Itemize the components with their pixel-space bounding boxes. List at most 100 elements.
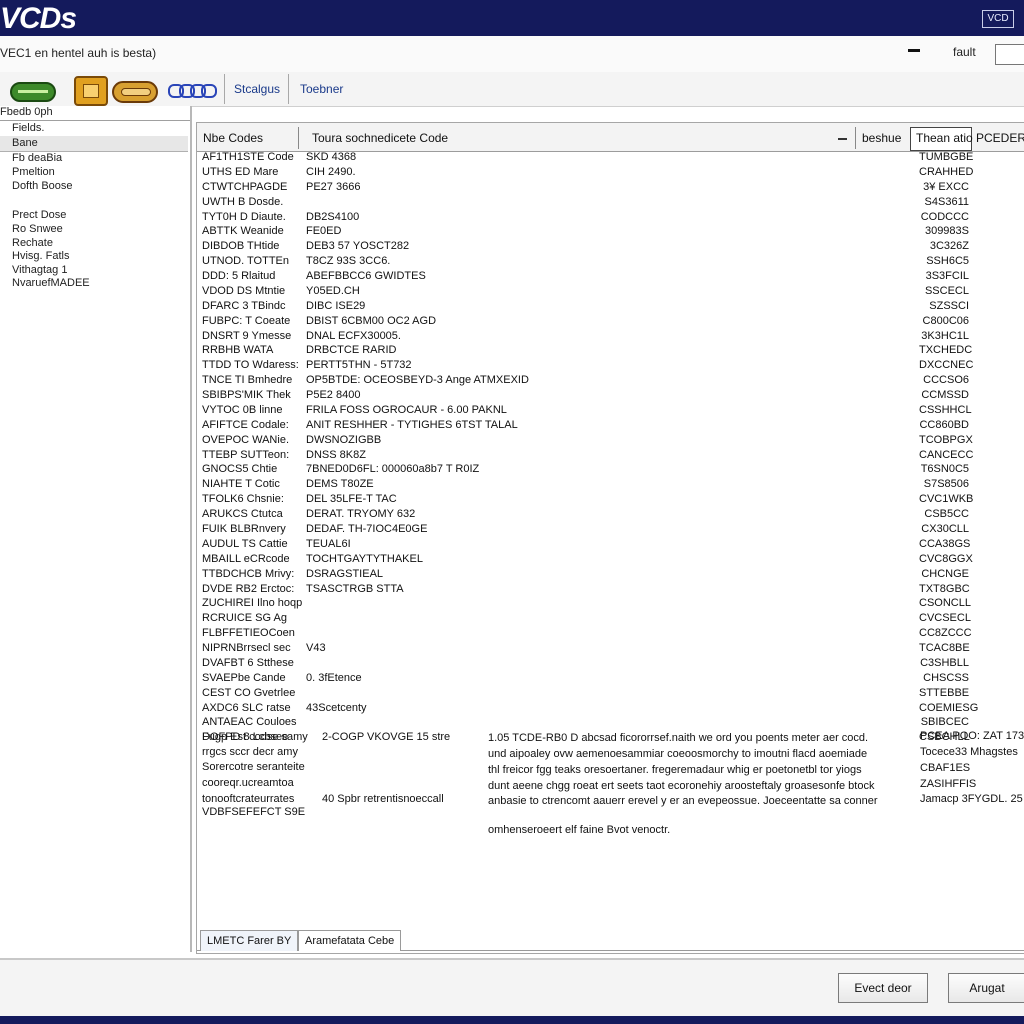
bottom-tab-1[interactable]: LMETC Farer BY: [200, 930, 299, 951]
table-cell-code[interactable]: FUBPC: T Coeate: [202, 315, 290, 327]
bottom-tab-2[interactable]: Aramefatata Cebe: [298, 930, 402, 951]
table-cell-code[interactable]: TYT0H D Diaute.: [202, 211, 286, 223]
chain-link-icon[interactable]: [168, 84, 217, 98]
table-cell-status: C800C06: [922, 315, 969, 327]
left-item[interactable]: Prect Dose: [12, 209, 66, 221]
table-cell-code[interactable]: AXDC6 SLC ratse: [202, 702, 291, 714]
table-cell-code[interactable]: SBIBPS'MIK Thek: [202, 389, 291, 401]
exit-button[interactable]: Evect deor: [838, 973, 928, 1003]
detail-value: 40 Spbr retrentisnoeccall: [322, 793, 444, 805]
table-cell-code[interactable]: MBAILL eCRcode: [202, 553, 290, 565]
table-cell-code[interactable]: VDOD DS Mtntie: [202, 285, 285, 297]
left-item[interactable]: Dofth Boose: [12, 180, 73, 192]
column-header-procedure[interactable]: PCEDERA: [976, 131, 1024, 145]
table-cell-code[interactable]: TTEBP SUTTeon:: [202, 449, 289, 461]
table-cell-description: DNAL ECFX30005.: [306, 330, 401, 342]
cable-icon[interactable]: [112, 81, 158, 103]
table-cell-code[interactable]: TTBDCHCB Mrivy:: [202, 568, 294, 580]
table-cell-description: Y05ED.CH: [306, 285, 360, 297]
table-cell-description: TSASCTRGB STTA: [306, 583, 404, 595]
left-item[interactable]: NvaruefMADEE: [12, 277, 90, 289]
left-item[interactable]: Hvisg. Fatls: [12, 250, 69, 262]
table-cell-code[interactable]: AUDUL TS Cattie: [202, 538, 288, 550]
table-cell-description: DERAT. TRYOMY 632: [306, 508, 416, 520]
info-text: VEC1 en hentel auh is besta): [0, 46, 157, 60]
minimize-icon[interactable]: [908, 49, 920, 52]
table-cell-code[interactable]: DFARC 3 TBindc: [202, 300, 286, 312]
table-cell-status: 3K3HC1L: [921, 330, 969, 342]
table-cell-code[interactable]: CEST CO Gvetrlee: [202, 687, 295, 699]
table-cell-code[interactable]: ANTAEAC Couloes: [202, 716, 297, 728]
column-header-status[interactable]: beshue: [862, 131, 901, 145]
table-cell-code[interactable]: DNSRT 9 Ymesse: [202, 330, 291, 342]
chain-ring-icon: [201, 84, 217, 98]
table-cell-code[interactable]: DVAFBT 6 Stthese: [202, 657, 294, 669]
title-badge[interactable]: VCD: [982, 10, 1014, 28]
table-cell-code[interactable]: UTNOD. TOTTEn: [202, 255, 289, 267]
table-cell-code[interactable]: SVAEPbe Cande: [202, 672, 286, 684]
table-cell-code[interactable]: AFIFTCE Codale:: [202, 419, 289, 431]
table-cell-status: CANCECC: [919, 449, 974, 461]
table-cell-description: TOCHTGAYTYTHAKEL: [306, 553, 423, 565]
table-cell-code[interactable]: ABTTK Weanide: [202, 225, 284, 237]
table-cell-description: DSRAGSTIEAL: [306, 568, 384, 580]
left-item[interactable]: Ro Snwee: [12, 223, 63, 235]
table-cell-status: TCOBPGX: [919, 434, 973, 446]
table-cell-code[interactable]: RCRUICE SG Ag: [202, 612, 287, 624]
column-header-ratio[interactable]: Thean atio: [916, 131, 973, 145]
detail-label: tonooftcrateurrates: [202, 793, 295, 805]
table-cell-code[interactable]: UTHS ED Mare: [202, 166, 278, 178]
table-cell-status: 3¥ EXCC: [923, 181, 969, 193]
table-cell-code[interactable]: RRBHB WATA: [202, 344, 273, 356]
table-cell-status: CC8ZCCC: [919, 627, 972, 639]
connect-icon[interactable]: [10, 82, 56, 102]
table-cell-code[interactable]: ZUCHIREI Ilno hoqp: [202, 597, 302, 609]
fault-input[interactable]: [995, 44, 1024, 65]
table-cell-code[interactable]: GNOCS5 Chtie: [202, 463, 277, 475]
table-cell-status: 309983S: [924, 225, 969, 237]
left-item[interactable]: Fb deaBia: [12, 152, 62, 164]
left-item[interactable]: Pmeltion: [12, 166, 55, 178]
detail-line: 1.05 TCDE-RB0 D abcsad ficororrsef.naith…: [488, 732, 869, 744]
table-cell-code[interactable]: VYTOC 0B linne: [202, 404, 283, 416]
table-cell-code[interactable]: TFOLK6 Chsnie:: [202, 493, 284, 505]
sort-icon[interactable]: [838, 138, 847, 140]
table-cell-status: TCAC8BE: [919, 642, 970, 654]
table-cell-description: T8CZ 93S 3CC6.: [306, 255, 391, 267]
table-cell-code[interactable]: CTWTCHPAGDE: [202, 181, 287, 193]
chip-icon[interactable]: [74, 76, 108, 106]
table-cell-code[interactable]: TTDD TO Wdaress:: [202, 359, 299, 371]
table-cell-status: TUMBGBE: [919, 151, 974, 163]
table-cell-code[interactable]: NIPRNBrrsecl sec: [202, 642, 291, 654]
table-cell-code[interactable]: FUIK BLBRnvery: [202, 523, 286, 535]
table-cell-code[interactable]: FLBFFETIEOCoen: [202, 627, 295, 639]
detail-line: thl freicor fgg teaks oresoertaner. freg…: [488, 764, 862, 776]
table-cell-status: T6SN0C5: [920, 463, 969, 475]
table-cell-code[interactable]: OVEPOC WANie.: [202, 434, 289, 446]
table-cell-code[interactable]: NIAHTE T Cotic: [202, 478, 280, 490]
next-button[interactable]: Arugat: [948, 973, 1024, 1003]
left-item[interactable]: Vithagtag 1: [12, 264, 67, 276]
bottom-bar: [0, 1016, 1024, 1024]
table-cell-code[interactable]: AF1TH1STE Code: [202, 151, 294, 163]
detail-right-value: Jamacp 3FYGDL. 25: [920, 793, 1023, 805]
table-cell-code[interactable]: DVDE RB2 Erctoc:: [202, 583, 294, 595]
table-cell-code[interactable]: DDD: 5 Rlaitud: [202, 270, 275, 282]
table-cell-status: CCCSO6: [923, 374, 969, 386]
table-cell-code[interactable]: UWTH B Dosde.: [202, 196, 283, 208]
table-cell-code[interactable]: TNCE TI Bmhedre: [202, 374, 292, 386]
table-cell-description: TEUAL6I: [306, 538, 351, 550]
toolbar-tab-1[interactable]: Stcalgus: [234, 82, 280, 96]
table-cell-status: CCMSSD: [921, 389, 969, 401]
left-item-selected[interactable]: Bane: [12, 137, 38, 149]
table-cell-code[interactable]: DIBDOB THtide: [202, 240, 279, 252]
toolbar-tab-2[interactable]: Toebner: [300, 82, 343, 96]
left-item[interactable]: Rechate: [12, 237, 53, 249]
detail-line: anbasie to ctrencomt aauerr erevel y er …: [488, 795, 878, 807]
table-cell-status: S4S3611: [924, 196, 969, 208]
table-cell-code[interactable]: ARUKCS Ctutca: [202, 508, 283, 520]
column-header-codes[interactable]: Nbe Codes: [203, 131, 263, 145]
left-item[interactable]: Fields.: [12, 122, 44, 134]
table-cell-description: DNSS 8K8Z: [306, 449, 366, 461]
column-header-description[interactable]: Toura sochnedicete Code: [312, 131, 448, 145]
